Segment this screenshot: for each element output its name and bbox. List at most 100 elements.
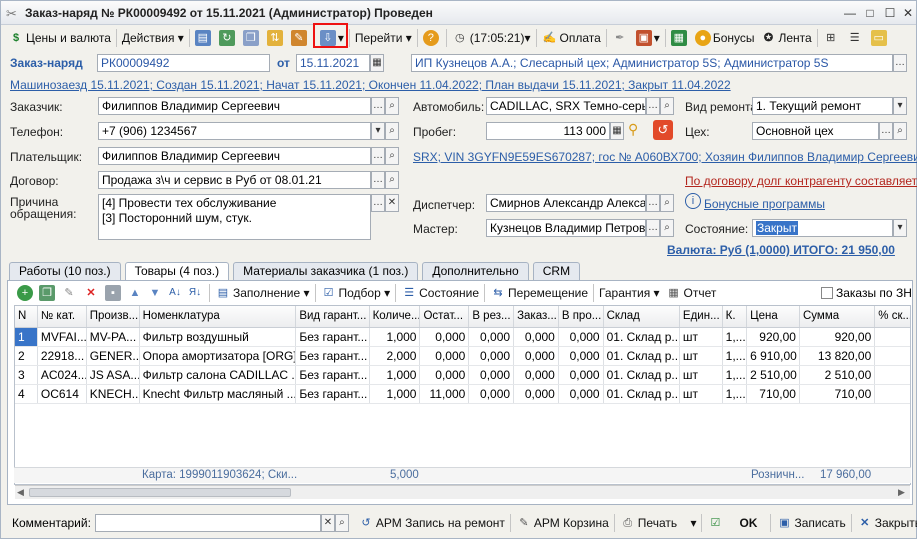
table-cell[interactable]: Без гарант... <box>295 346 370 366</box>
clock-button[interactable]: ◷ (17:05:21) ▾ <box>449 28 534 48</box>
comment-input[interactable] <box>94 514 321 532</box>
check-button[interactable]: ☑ <box>704 513 728 533</box>
table-cell[interactable]: 22918... <box>37 346 87 366</box>
table-cell[interactable]: 0,000 <box>513 346 559 366</box>
repair-type-dropdown-button[interactable]: ▾ <box>893 97 907 115</box>
orders-checkbox[interactable]: Заказы по ЗН <box>821 286 912 300</box>
master-field[interactable]: Кузнецов Владимир Петрович <box>486 219 646 237</box>
table-cell[interactable]: шт <box>679 327 723 347</box>
fill-menu[interactable]: ▤ Заполнение ▾ <box>212 283 313 303</box>
delete-icon[interactable]: ✕ <box>83 285 99 301</box>
close-icon[interactable]: ✕ <box>900 5 916 21</box>
table-cell[interactable]: OC614 <box>37 384 87 404</box>
table-cell[interactable]: 0,000 <box>419 346 470 366</box>
col-header[interactable]: Вид гарант... <box>295 306 370 328</box>
table-cell[interactable]: 1,000 <box>369 327 421 347</box>
maximize-icon[interactable]: ☐ <box>882 5 898 21</box>
calculator-icon[interactable]: ▦ <box>610 122 624 140</box>
col-header[interactable]: % ск... <box>874 306 910 328</box>
table-cell[interactable]: 13 820,00 <box>799 346 876 366</box>
car-search-icon[interactable]: ⌕ <box>660 97 674 115</box>
table-cell[interactable]: 0,000 <box>558 365 604 385</box>
history-link[interactable]: Машинозаезд 15.11.2021; Создан 15.11.202… <box>10 78 731 92</box>
actions-menu[interactable]: Действия ▾ <box>119 28 187 48</box>
table-cell[interactable]: 0,000 <box>419 365 470 385</box>
help-button[interactable]: ? <box>420 28 444 48</box>
table-cell[interactable]: 0,000 <box>513 384 559 404</box>
customer-field[interactable]: Филиппов Владимир Сергеевич <box>98 97 371 115</box>
table-cell[interactable]: MVFAI... <box>37 327 87 347</box>
col-header[interactable]: № кат. <box>37 306 87 328</box>
table-cell[interactable]: 2 <box>15 346 38 366</box>
customer-select-button[interactable]: … <box>371 97 385 115</box>
tab-crm[interactable]: CRM <box>532 262 581 280</box>
table-cell[interactable]: 920,00 <box>799 327 876 347</box>
table-row[interactable]: 3 AC024... JS ASA... Фильтр салона CADILLAC… <box>15 365 910 385</box>
phone-dropdown-button[interactable]: ▾ <box>371 122 385 140</box>
table-cell[interactable]: 01. Склад р... <box>603 365 680 385</box>
tab-works[interactable]: Работы (10 поз.) <box>9 262 121 280</box>
table-cell[interactable]: 3 <box>15 365 38 385</box>
table-cell[interactable]: 0,000 <box>558 327 604 347</box>
col-header[interactable]: N <box>15 306 38 328</box>
table-cell[interactable]: шт <box>679 346 723 366</box>
state-field[interactable]: Закрыт <box>752 219 893 237</box>
col-header[interactable]: Сумма <box>799 306 876 328</box>
table-cell[interactable]: 01. Склад р... <box>603 384 680 404</box>
bonuses-button[interactable]: ● Бонусы <box>692 28 758 48</box>
total-link[interactable]: Валюта: Руб (1,0000) ИТОГО: 21 950,00 <box>667 243 895 257</box>
move-button[interactable]: ⇆ Перемещение <box>487 283 591 303</box>
table-row[interactable]: 4 OC614 KNECH... Knecht Фильтр масляный ...… <box>15 384 910 404</box>
state-button[interactable]: ☰ Состояние <box>398 283 482 303</box>
table-cell[interactable]: 01. Склад р... <box>603 327 680 347</box>
table-row[interactable]: 1 MVFAI... MV-PA... Фильтр воздушный Без гар… <box>15 327 910 347</box>
table-cell[interactable]: 0,000 <box>468 346 515 366</box>
col-header[interactable]: Произв... <box>86 306 140 328</box>
table-cell[interactable]: Фильтр воздушный <box>139 327 297 347</box>
debt-link[interactable]: По договору долг контрагенту составляет.… <box>685 174 917 188</box>
scroll-right-icon[interactable]: ▶ <box>898 487 905 498</box>
table-cell[interactable]: Без гарант... <box>295 365 370 385</box>
calendar-icon[interactable]: ▦ <box>370 54 384 72</box>
table-cell[interactable]: 6 910,00 <box>746 346 800 366</box>
table-cell[interactable]: 710,00 <box>746 384 800 404</box>
goto-menu[interactable]: Перейти ▾ <box>352 28 415 48</box>
dispatcher-select-button[interactable]: … <box>646 194 660 212</box>
warranty-menu[interactable]: Гарантия ▾ <box>596 283 663 303</box>
mark-button[interactable]: ✎ <box>288 28 312 48</box>
table-cell[interactable]: 0,000 <box>513 365 559 385</box>
table-cell[interactable]: Без гарант... <box>295 384 370 404</box>
table-cell[interactable]: 1,... <box>722 384 748 404</box>
table-cell[interactable]: 0,000 <box>419 327 470 347</box>
master-search-icon[interactable]: ⌕ <box>660 219 674 237</box>
folder-button[interactable]: ▭ <box>868 28 892 48</box>
table-cell[interactable]: 1 <box>15 327 38 347</box>
comment-search-icon[interactable]: ⌕ <box>334 514 349 532</box>
table-cell[interactable]: 4 <box>15 384 38 404</box>
table-cell[interactable]: Опора амортизатора [ORG] <box>139 346 297 366</box>
save-row-icon[interactable]: ▪ <box>105 285 121 301</box>
restore-icon[interactable]: □ <box>862 5 878 21</box>
print-menu[interactable]: ⎙ Печать ▾ <box>617 513 700 533</box>
table-cell[interactable] <box>874 327 910 347</box>
table-cell[interactable]: 1,... <box>722 327 748 347</box>
car-select-button[interactable]: … <box>646 97 660 115</box>
table-cell[interactable]: 1,... <box>722 346 748 366</box>
car-details-link[interactable]: SRX; VIN 3GYFN9E59ES670287; гос № А060ВХ… <box>413 150 917 164</box>
table-cell[interactable]: MV-PA... <box>86 327 140 347</box>
post-button[interactable]: ▤ <box>192 28 216 48</box>
tab-goods[interactable]: Товары (4 поз.) <box>124 262 230 281</box>
col-header[interactable]: Един... <box>679 306 723 328</box>
table-cell[interactable]: KNECH... <box>86 384 140 404</box>
doc-date-field[interactable]: 15.11.2021 <box>296 54 370 72</box>
structure-button[interactable]: ⇅ <box>264 28 288 48</box>
table-cell[interactable]: Knecht Фильтр масляный ... <box>139 384 297 404</box>
table-cell[interactable]: AC024... <box>37 365 87 385</box>
col-header[interactable]: Заказ... <box>513 306 559 328</box>
table-cell[interactable]: 0,000 <box>558 346 604 366</box>
table-cell[interactable]: Фильтр салона CADILLAC ... <box>139 365 297 385</box>
col-header[interactable]: Цена <box>746 306 800 328</box>
table-row[interactable]: 2 22918... GENER... Опора амортизатора [ORG… <box>15 346 910 366</box>
copy-button[interactable]: ❐ <box>240 28 264 48</box>
sign-button[interactable]: ✒ <box>609 28 633 48</box>
